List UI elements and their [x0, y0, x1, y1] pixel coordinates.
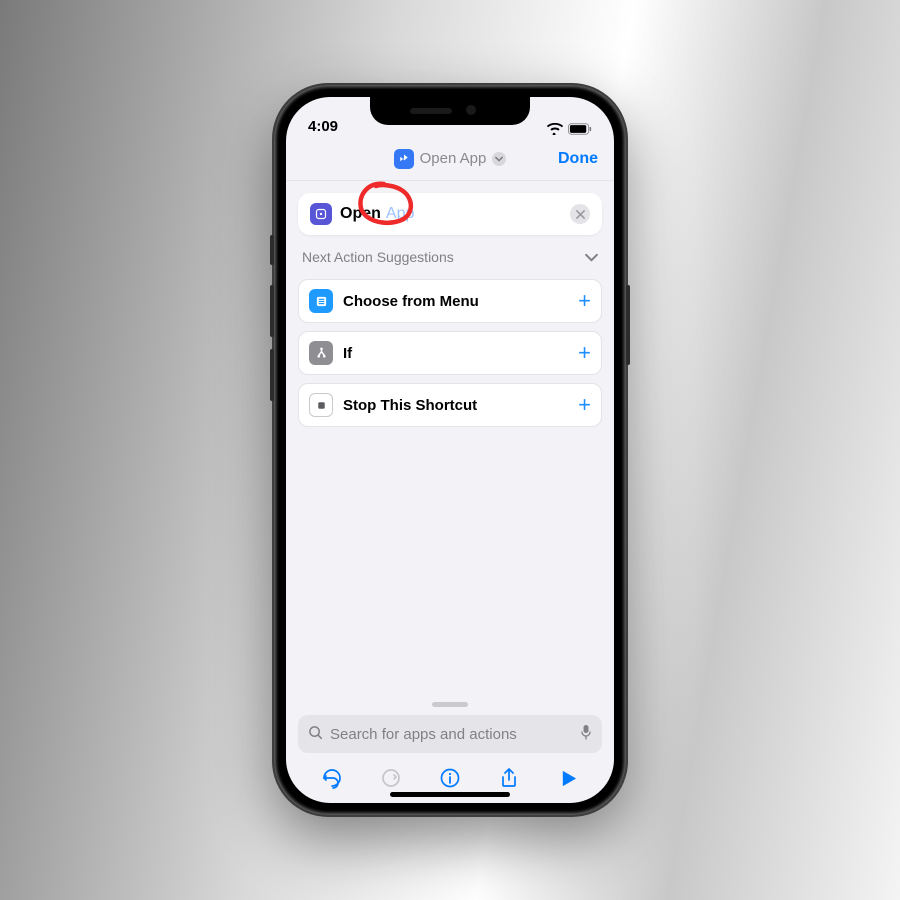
done-button[interactable]: Done [558, 150, 598, 168]
search-field[interactable]: Search for apps and actions [298, 715, 602, 753]
run-button[interactable] [554, 764, 582, 792]
screen: 4:09 Open App Done [286, 97, 614, 803]
chevron-down-icon [585, 251, 598, 264]
side-button-vol-down [270, 349, 274, 401]
plus-icon[interactable]: + [578, 290, 591, 312]
redo-button [377, 764, 405, 792]
content-area: Open App Next Action Suggestions [286, 181, 614, 698]
notch [370, 97, 530, 125]
bottom-panel: Search for apps and actions [286, 698, 614, 803]
chevron-down-icon [492, 152, 506, 166]
search-placeholder: Search for apps and actions [330, 726, 573, 743]
undo-button[interactable] [318, 764, 346, 792]
battery-icon [568, 123, 592, 135]
wifi-icon [547, 123, 563, 135]
clear-action-button[interactable] [570, 204, 590, 224]
info-button[interactable] [436, 764, 464, 792]
side-button-silence [270, 235, 274, 265]
side-button-vol-up [270, 285, 274, 337]
plus-icon[interactable]: + [578, 394, 591, 416]
suggestions-header-label: Next Action Suggestions [302, 249, 454, 265]
status-time: 4:09 [308, 118, 338, 135]
open-app-action-card[interactable]: Open App [298, 193, 602, 235]
nav-bar: Open App Done [286, 137, 614, 181]
suggestions-list: Choose from Menu + If + Stop This Shortc… [298, 279, 602, 427]
nav-title[interactable]: Open App [394, 149, 507, 169]
action-app-parameter[interactable]: App [386, 205, 414, 223]
suggestion-label: Choose from Menu [343, 293, 479, 310]
mic-icon[interactable] [580, 724, 592, 744]
iphone-frame: 4:09 Open App Done [274, 85, 626, 815]
suggestion-stop-shortcut[interactable]: Stop This Shortcut + [298, 383, 602, 427]
action-verb: Open [340, 205, 381, 223]
home-indicator[interactable] [390, 792, 510, 797]
drag-handle[interactable] [432, 702, 468, 707]
suggestion-label: If [343, 345, 352, 362]
open-app-icon [310, 203, 332, 225]
share-button[interactable] [495, 764, 523, 792]
stop-icon [309, 393, 333, 417]
plus-icon[interactable]: + [578, 342, 591, 364]
suggestion-choose-from-menu[interactable]: Choose from Menu + [298, 279, 602, 323]
shortcut-icon [394, 149, 414, 169]
branch-icon [309, 341, 333, 365]
nav-title-label: Open App [420, 150, 487, 167]
menu-icon [309, 289, 333, 313]
side-button-power [626, 285, 630, 365]
suggestions-header[interactable]: Next Action Suggestions [298, 249, 602, 265]
suggestion-label: Stop This Shortcut [343, 397, 477, 414]
suggestion-if[interactable]: If + [298, 331, 602, 375]
search-icon [308, 725, 323, 744]
